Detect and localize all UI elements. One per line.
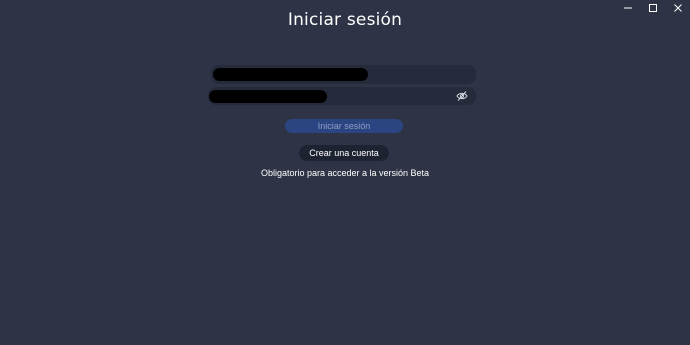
eye-off-icon[interactable]: [456, 90, 468, 102]
create-account-button[interactable]: Crear una cuenta: [299, 145, 389, 161]
beta-requirement-note: Obligatorio para acceder a la versión Be…: [260, 168, 430, 178]
username-field[interactable]: [211, 65, 476, 84]
password-field[interactable]: [208, 87, 476, 105]
page-title: Iniciar sesión: [287, 10, 403, 30]
redacted-username-value: [213, 68, 368, 81]
redacted-password-value: [209, 90, 327, 103]
login-button[interactable]: Iniciar sesión: [285, 119, 403, 133]
